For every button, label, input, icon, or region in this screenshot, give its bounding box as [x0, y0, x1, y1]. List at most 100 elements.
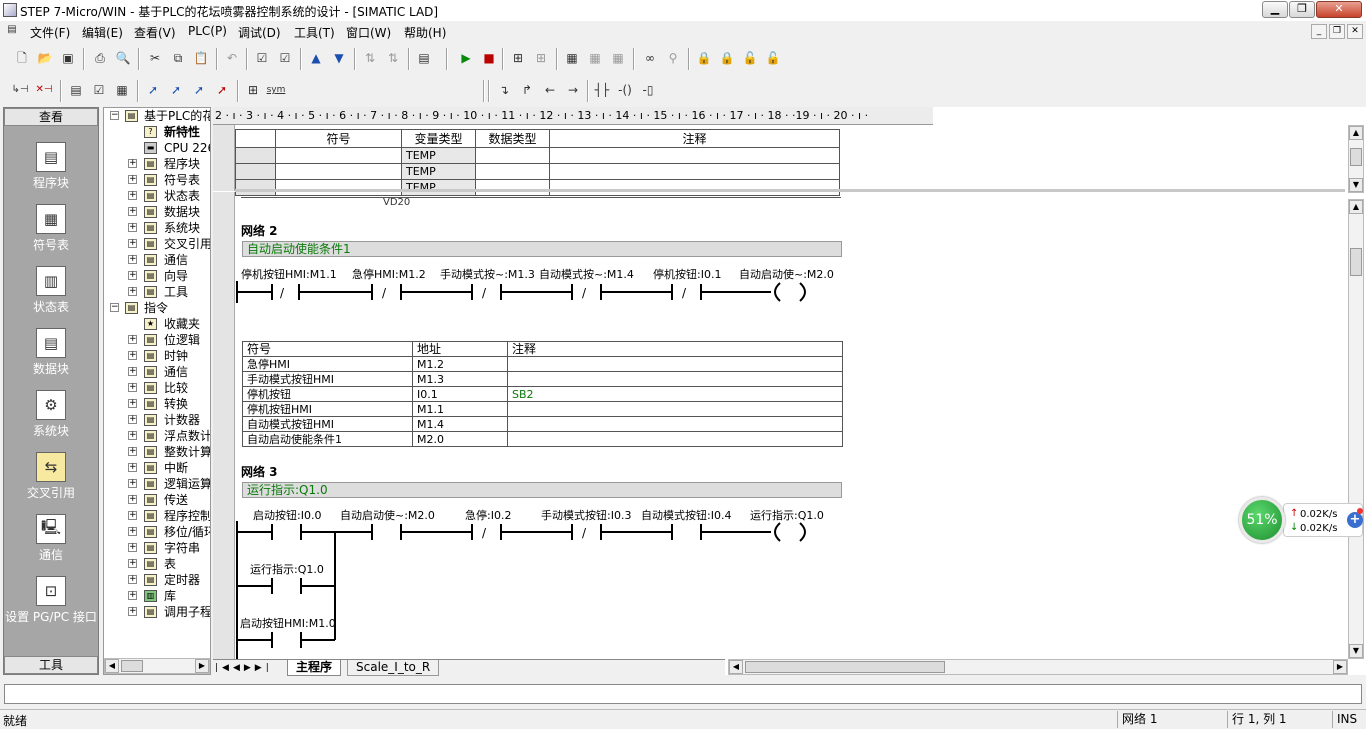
var-type-cell[interactable]: TEMP: [401, 179, 476, 196]
nav-item-cross-reference[interactable]: ⇆ 交叉引用: [4, 452, 98, 501]
nav-item-status-table[interactable]: ▥ 状态表: [4, 266, 98, 315]
remove-bookmarks-icon[interactable]: ➚: [212, 80, 232, 100]
line-right-icon[interactable]: →: [563, 80, 583, 100]
mdi-close-button[interactable]: ✕: [1347, 24, 1363, 39]
network-2-label[interactable]: 网络 2: [241, 222, 278, 239]
editor-vertical-scrollbar[interactable]: ▲ ▼: [1348, 199, 1364, 659]
var-table-scrollbar[interactable]: ▲ ▼: [1348, 125, 1364, 193]
options-icon[interactable]: ▤: [414, 48, 434, 68]
toggle-comments-icon[interactable]: ☑: [89, 80, 109, 100]
contact-icon[interactable]: ┤├: [592, 80, 612, 100]
save-all-icon[interactable]: ▣: [58, 48, 78, 68]
scroll-thumb[interactable]: [745, 661, 945, 673]
menu-view[interactable]: 查看(V): [134, 24, 176, 41]
apply-symbols-icon[interactable]: ⊞: [243, 80, 263, 100]
cut-icon[interactable]: ✂: [145, 48, 165, 68]
menu-tools[interactable]: 工具(T): [294, 24, 335, 41]
editor-horizontal-scrollbar[interactable]: ◀ ▶: [728, 659, 1348, 675]
network-3-comment[interactable]: 运行指示:Q1.0: [242, 482, 842, 498]
unforce-all-icon[interactable]: 🔓: [763, 48, 783, 68]
line-left-icon[interactable]: ←: [540, 80, 560, 100]
previous-bookmark-icon[interactable]: ➚: [189, 80, 209, 100]
menu-debug[interactable]: 调试(D): [238, 24, 281, 41]
var-cell[interactable]: [475, 147, 550, 164]
nav-footer[interactable]: 工具: [4, 656, 98, 674]
output-field[interactable]: [4, 684, 1362, 704]
sort-descending-icon[interactable]: ⇅: [383, 48, 403, 68]
write-all-icon[interactable]: ▦: [608, 48, 628, 68]
menu-edit[interactable]: 编辑(E): [82, 24, 123, 41]
var-cell[interactable]: [475, 179, 550, 196]
toggle-bookmark-icon[interactable]: ➚: [143, 80, 163, 100]
var-header-var-type[interactable]: 变量类型: [401, 129, 476, 148]
menu-help[interactable]: 帮助(H): [404, 24, 446, 41]
single-read-icon[interactable]: ▦: [585, 48, 605, 68]
line-down-icon[interactable]: ↴: [494, 80, 514, 100]
mdi-restore-button[interactable]: ❐: [1329, 24, 1345, 39]
nav-item-data-block[interactable]: ▤ 数据块: [4, 328, 98, 377]
toggle-poe-icon[interactable]: ▤: [66, 80, 86, 100]
scroll-down-icon[interactable]: ▼: [1349, 178, 1363, 192]
network-2-comment[interactable]: 自动启动使能条件1: [242, 241, 842, 257]
compile-all-icon[interactable]: ☑: [275, 48, 295, 68]
copy-icon[interactable]: ⧉: [168, 48, 188, 68]
network-3-label[interactable]: 网络 3: [241, 463, 278, 480]
var-header-symbol[interactable]: 符号: [275, 129, 402, 148]
upload-icon[interactable]: ▲: [306, 48, 326, 68]
compile-icon[interactable]: ☑: [252, 48, 272, 68]
read-all-forced-icon[interactable]: 🔓: [740, 48, 760, 68]
download-icon[interactable]: ▼: [329, 48, 349, 68]
scroll-left-icon[interactable]: ◀: [105, 659, 119, 673]
undo-icon[interactable]: ↶: [222, 48, 242, 68]
nav-item-system-block[interactable]: ⚙ 系统块: [4, 390, 98, 439]
menu-window[interactable]: 窗口(W): [346, 24, 391, 41]
network-speed-widget[interactable]: ↑ 0.02K/s ↓ 0.02K/s + 51%: [1239, 497, 1364, 543]
maximize-button[interactable]: ❐: [1289, 1, 1315, 18]
nav-item-program-block[interactable]: ▤ 程序块: [4, 142, 98, 191]
pane-splitter[interactable]: [235, 189, 1345, 192]
scroll-thumb[interactable]: [1350, 248, 1362, 276]
var-header-data-type[interactable]: 数据类型: [475, 129, 550, 148]
tab-nav-arrows-icon[interactable]: |◀◀▶▶|: [215, 660, 273, 676]
program-status-icon[interactable]: ⊞: [508, 48, 528, 68]
var-header-comment[interactable]: 注释: [549, 129, 840, 148]
var-cell[interactable]: [275, 147, 402, 164]
next-bookmark-icon[interactable]: ➚: [166, 80, 186, 100]
mdi-minimize-button[interactable]: _: [1311, 24, 1327, 39]
symbol-table-toggle-icon[interactable]: sym: [266, 80, 286, 100]
insert-network-icon[interactable]: ↳⊣: [10, 80, 30, 100]
coil-icon[interactable]: -(): [615, 80, 635, 100]
delete-network-icon[interactable]: ✕⊣: [34, 80, 54, 100]
scroll-thumb[interactable]: [121, 660, 143, 672]
var-cell[interactable]: [549, 179, 840, 196]
lock-icon[interactable]: 🔒: [694, 48, 714, 68]
var-cell[interactable]: [549, 163, 840, 180]
menu-plc[interactable]: PLC(P): [188, 24, 227, 38]
print-icon[interactable]: ⎙: [90, 48, 110, 68]
line-up-icon[interactable]: ↱: [517, 80, 537, 100]
pause-status-icon[interactable]: ⊞: [531, 48, 551, 68]
symbol-info-icon[interactable]: ▦: [112, 80, 132, 100]
print-preview-icon[interactable]: 🔍: [113, 48, 133, 68]
scroll-right-icon[interactable]: ▶: [195, 659, 209, 673]
force-icon[interactable]: ∞: [640, 48, 660, 68]
unlock-icon[interactable]: 🔒: [717, 48, 737, 68]
tree-horizontal-scrollbar[interactable]: ◀ ▶: [104, 658, 210, 674]
scroll-up-icon[interactable]: ▲: [1349, 126, 1363, 140]
paste-icon[interactable]: 📋: [191, 48, 211, 68]
chart-status-icon[interactable]: ▦: [562, 48, 582, 68]
var-type-cell[interactable]: TEMP: [401, 163, 476, 180]
var-cell[interactable]: [549, 147, 840, 164]
var-cell[interactable]: [475, 163, 550, 180]
var-type-cell[interactable]: TEMP: [401, 147, 476, 164]
open-icon[interactable]: 📂: [35, 48, 55, 68]
scroll-up-icon[interactable]: ▲: [1349, 200, 1363, 214]
document-icon[interactable]: ▤: [4, 22, 20, 38]
stop-icon[interactable]: ■: [479, 48, 499, 68]
scroll-right-icon[interactable]: ▶: [1333, 660, 1347, 674]
box-icon[interactable]: -▯: [638, 80, 658, 100]
sort-ascending-icon[interactable]: ⇅: [360, 48, 380, 68]
nav-item-pgpc-interface[interactable]: ⊡ 设置 PG/PC 接口: [4, 576, 98, 625]
close-button[interactable]: ✕: [1316, 1, 1362, 18]
plus-icon[interactable]: +: [1347, 512, 1363, 528]
